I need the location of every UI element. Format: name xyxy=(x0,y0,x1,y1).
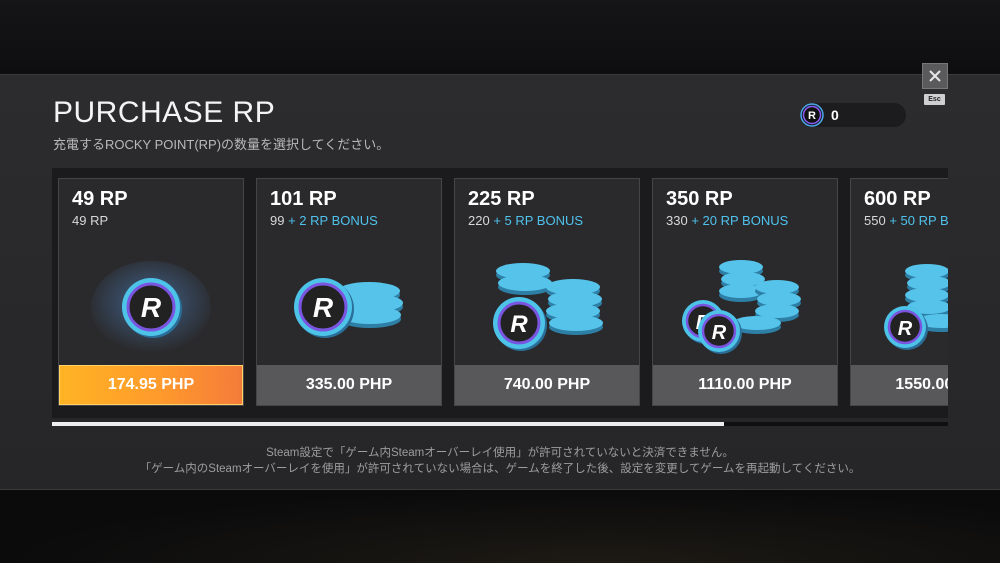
background-bottom xyxy=(0,490,1000,563)
package-base-amount: 330 xyxy=(666,213,688,228)
page-subtitle: 充電するROCKY POINT(RP)の数量を選択してください。 xyxy=(53,137,390,152)
esc-key-hint: Esc xyxy=(924,94,945,105)
carousel-scrollbar[interactable] xyxy=(52,422,948,426)
package-card-101rp[interactable]: 101 RP 99 + 2 RP BONUS R 335.00 PHP xyxy=(256,178,442,406)
background-top xyxy=(0,0,1000,74)
buy-button-600rp[interactable]: 1550.00 PHP xyxy=(851,365,948,405)
svg-text:R: R xyxy=(808,110,816,122)
package-base-amount: 49 RP xyxy=(72,213,109,228)
svg-text:R: R xyxy=(141,292,162,323)
steam-overlay-notice-line2: 「ゲーム内のSteamオーバーレイを使用」が許可されていない場合は、ゲームを終了… xyxy=(139,463,861,475)
coins-small-stack-icon: R xyxy=(257,241,441,365)
package-card-225rp[interactable]: 225 RP 220 + 5 RP BONUS R 740.00 PHP xyxy=(454,178,640,406)
package-title: 49 RP xyxy=(72,188,128,210)
svg-text:R: R xyxy=(898,318,913,340)
package-title: 600 RP xyxy=(864,188,931,210)
rp-balance: R 0 xyxy=(800,103,906,127)
package-base-amount: 550 xyxy=(864,213,886,228)
carousel-scroll-thumb[interactable] xyxy=(52,422,724,426)
package-card-350rp[interactable]: 350 RP 330 + 20 RP BONUS R 1110.00 PHP xyxy=(652,178,838,406)
coins-single-icon: R xyxy=(59,241,243,365)
package-bonus: + 20 RP BONUS xyxy=(691,213,789,228)
package-bonus: + 2 RP BONUS xyxy=(288,213,378,228)
steam-overlay-notice-line1: Steam設定で「ゲーム内Steamオーバーレイ使用」が許可されていないと決済で… xyxy=(266,447,734,459)
package-base-amount: 220 xyxy=(468,213,490,228)
buy-button-49rp[interactable]: 174.95 PHP xyxy=(59,365,243,405)
package-card-49rp[interactable]: 49 RP 49 RP R 174.95 PHP xyxy=(58,178,244,406)
package-bonus: + 5 RP BONUS xyxy=(493,213,584,228)
coins-large-stack-icon: R R xyxy=(653,241,837,365)
close-button[interactable] xyxy=(922,63,948,89)
svg-text:R: R xyxy=(510,311,528,338)
package-detail: 99 + 2 RP BONUS xyxy=(270,213,378,228)
coins-medium-stack-icon: R xyxy=(455,241,639,365)
rp-balance-value: 0 xyxy=(831,107,839,123)
package-title: 101 RP xyxy=(270,188,337,210)
buy-button-225rp[interactable]: 740.00 PHP xyxy=(455,365,639,405)
coins-large-stack-icon: R xyxy=(851,241,948,365)
close-icon xyxy=(929,70,941,82)
package-bonus: + 50 RP BONUS xyxy=(889,213,948,228)
buy-button-350rp[interactable]: 1110.00 PHP xyxy=(653,365,837,405)
page-title: PURCHASE RP xyxy=(53,96,276,129)
package-detail: 330 + 20 RP BONUS xyxy=(666,213,788,228)
package-card-600rp[interactable]: 600 RP 550 + 50 RP BONUS R xyxy=(850,178,948,406)
rp-coin-icon: R xyxy=(800,103,824,127)
package-base-amount: 99 xyxy=(270,213,285,228)
package-title: 225 RP xyxy=(468,188,535,210)
package-detail: 550 + 50 RP BONUS xyxy=(864,213,948,228)
package-detail: 49 RP xyxy=(72,213,108,228)
package-detail: 220 + 5 RP BONUS xyxy=(468,213,583,228)
buy-button-101rp[interactable]: 335.00 PHP xyxy=(257,365,441,405)
package-title: 350 RP xyxy=(666,188,733,210)
svg-text:R: R xyxy=(313,292,334,323)
svg-text:R: R xyxy=(712,322,727,344)
package-carousel[interactable]: 49 RP 49 RP R 174.95 PHP 101 RP 99 + 2 R… xyxy=(52,168,948,418)
